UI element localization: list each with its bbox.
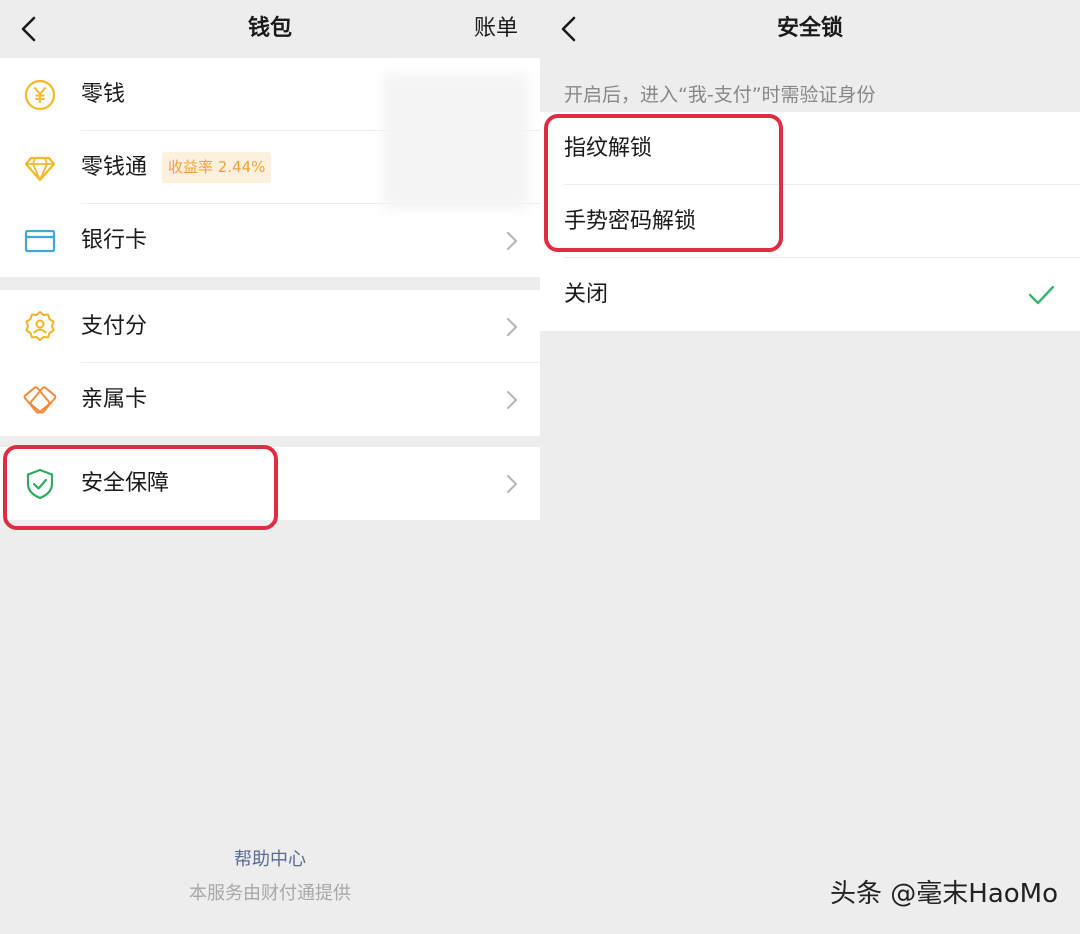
security-lock-screen: 安全锁 开启后，进入“我-支付”时需验证身份 指纹解锁 手势密码解锁 关闭 头条…	[540, 0, 1080, 934]
blurred-balance-area	[383, 73, 528, 209]
watermark: 头条 @毫末HaoMo	[830, 879, 1058, 909]
family-card-icon	[23, 386, 57, 414]
option-label: 关闭	[564, 282, 609, 307]
chevron-right-icon	[507, 391, 517, 409]
chevron-right-icon	[507, 318, 517, 336]
wallet-group-security: 安全保障	[0, 447, 540, 520]
wallet-title: 钱包	[247, 16, 292, 41]
chevron-right-icon	[507, 475, 517, 493]
option-gesture-unlock[interactable]: 手势密码解锁	[540, 185, 1080, 258]
back-chevron-icon[interactable]	[554, 14, 584, 44]
list-item-label: 银行卡	[81, 228, 148, 253]
bills-button[interactable]: 账单	[474, 0, 518, 58]
yield-rate-badge: 收益率 2.44%	[162, 152, 272, 183]
wallet-group-balance: 零钱 零钱通 收益率 2.44% 银行卡	[0, 58, 540, 277]
yuan-coin-icon	[24, 79, 56, 111]
shield-check-icon	[26, 468, 54, 500]
wallet-navbar: 钱包 账单	[0, 0, 540, 58]
list-item-security[interactable]: 安全保障	[0, 447, 540, 520]
help-center-link[interactable]: 帮助中心	[0, 845, 540, 871]
list-item-payment-score[interactable]: 支付分	[0, 290, 540, 363]
option-label: 指纹解锁	[564, 136, 653, 161]
lock-options-group: 指纹解锁 手势密码解锁 关闭	[540, 112, 1080, 331]
list-item-label: 零钱通	[81, 155, 148, 180]
security-lock-navbar: 安全锁	[540, 0, 1080, 58]
wallet-group-services: 支付分 亲属卡	[0, 290, 540, 436]
provider-note: 本服务由财付通提供	[189, 883, 351, 904]
list-item-label: 亲属卡	[81, 387, 148, 412]
bank-card-icon	[24, 229, 56, 253]
credit-score-icon	[25, 311, 55, 341]
option-off[interactable]: 关闭	[540, 258, 1080, 331]
list-item-label: 支付分	[81, 314, 148, 339]
security-lock-title: 安全锁	[776, 16, 843, 41]
checkmark-icon	[1028, 285, 1055, 305]
list-item-label: 安全保障	[81, 471, 170, 496]
list-item-bank-card[interactable]: 银行卡	[0, 204, 540, 277]
list-item-family-card[interactable]: 亲属卡	[0, 363, 540, 436]
diamond-icon	[24, 156, 56, 182]
chevron-right-icon	[507, 232, 517, 250]
wallet-screen: 钱包 账单 零钱 零钱通 收益率 2.44% 银行卡 支付分 亲属卡 安全保障 …	[0, 0, 540, 934]
back-chevron-icon[interactable]	[14, 14, 44, 44]
option-fingerprint-unlock[interactable]: 指纹解锁	[540, 112, 1080, 185]
list-item-label: 零钱	[81, 82, 126, 107]
security-lock-hint: 开启后，进入“我-支付”时需验证身份	[564, 84, 876, 106]
option-label: 手势密码解锁	[564, 209, 697, 234]
